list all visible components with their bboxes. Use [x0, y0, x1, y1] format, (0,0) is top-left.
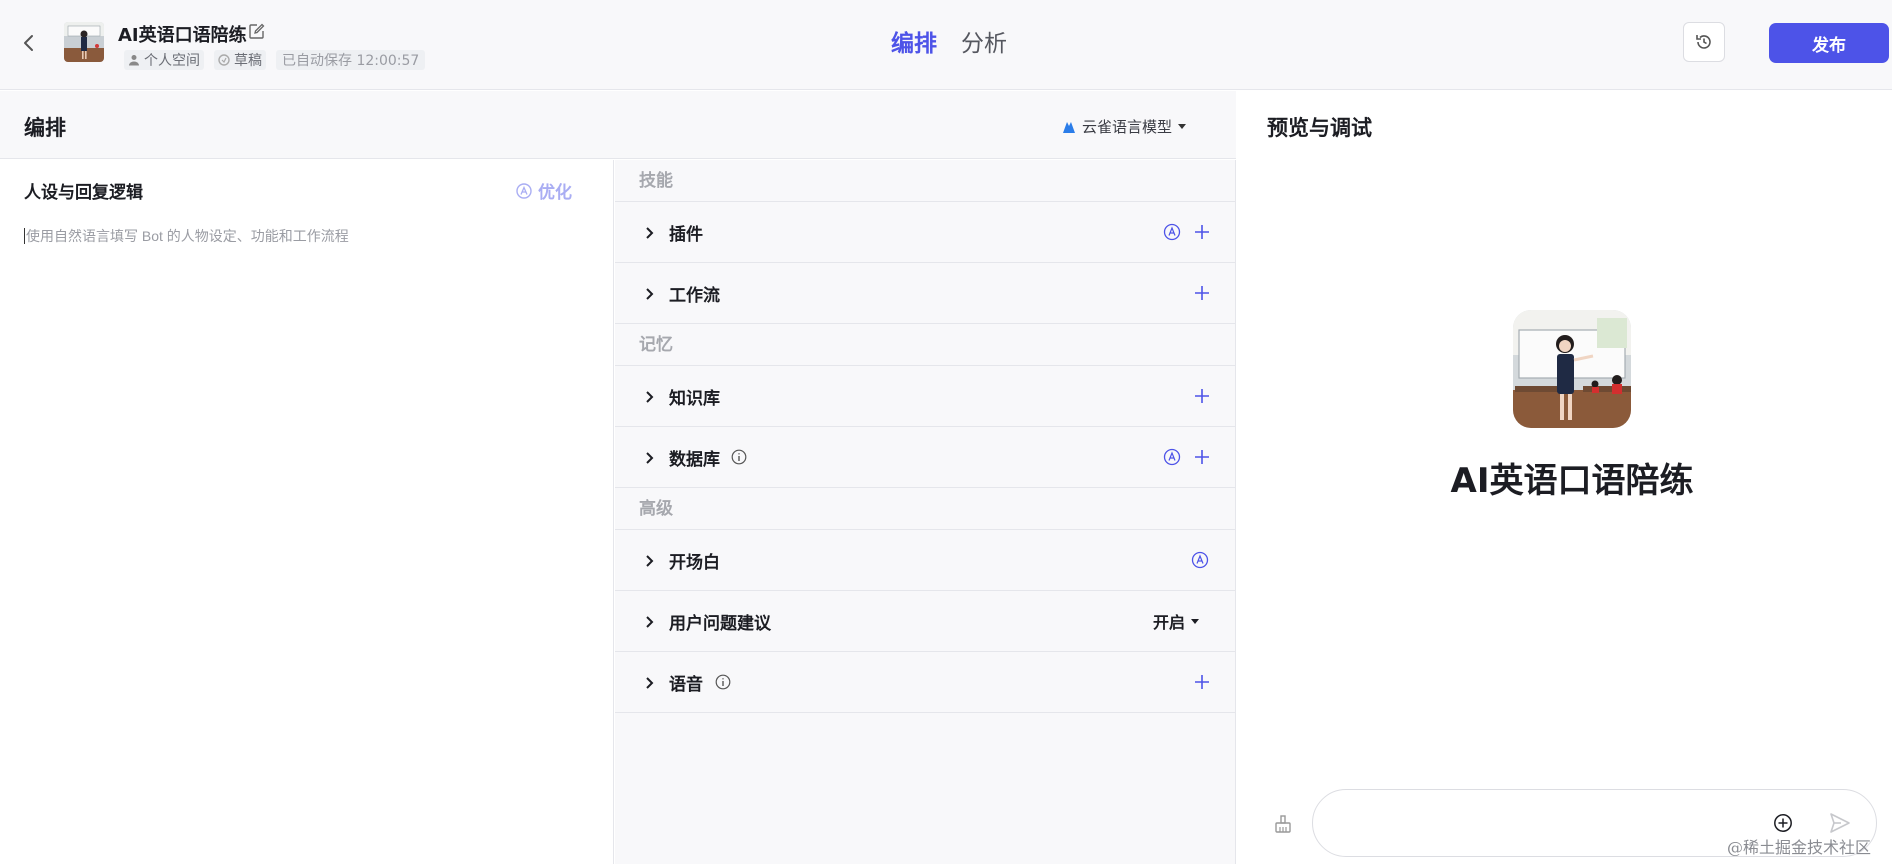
draft-icon	[218, 54, 230, 66]
chevron-left-icon	[24, 35, 33, 51]
send-button[interactable]	[1828, 811, 1852, 835]
bot-title: AI英语口语陪练	[118, 25, 247, 46]
edit-icon	[249, 23, 265, 39]
chevron-right-icon	[646, 288, 654, 300]
space-label: 个人空间	[144, 53, 200, 69]
auto-icon[interactable]	[1163, 448, 1181, 466]
preview-bot-name: AI英语口语陪练	[1450, 461, 1694, 501]
skill-label: 数据库	[669, 449, 720, 470]
chevron-right-icon	[646, 555, 654, 567]
edit-title-button[interactable]	[248, 23, 265, 40]
skills-panel: 技能 插件 工作流 记忆 知识库 数据库 高级 开场白 用户问题建议 开启 语音	[615, 160, 1236, 864]
info-icon[interactable]	[731, 449, 747, 465]
preview-avatar	[1513, 310, 1631, 428]
skill-row-suggestions[interactable]: 用户问题建议 开启	[615, 591, 1235, 652]
optimize-button[interactable]: 优化	[516, 178, 572, 203]
skill-row-database[interactable]: 数据库	[615, 427, 1235, 488]
skill-row-workflow[interactable]: 工作流	[615, 263, 1235, 324]
chevron-right-icon	[646, 391, 654, 403]
skill-label: 语音	[669, 674, 703, 695]
auto-icon[interactable]	[1163, 223, 1181, 241]
chevron-right-icon	[646, 452, 654, 464]
skill-label: 用户问题建议	[669, 613, 771, 634]
bot-meta: 个人空间 草稿 已自动保存 12:00:57	[124, 50, 435, 70]
chevron-down-icon	[1191, 618, 1200, 624]
chat-input[interactable]	[1335, 812, 1755, 829]
person-icon	[129, 55, 139, 66]
orchestration-title: 编排	[24, 116, 66, 140]
plus-icon[interactable]	[1193, 673, 1211, 691]
prompt-input[interactable]	[24, 228, 584, 244]
tab-analysis[interactable]: 分析	[961, 24, 1007, 58]
skill-label: 工作流	[669, 285, 720, 306]
chevron-down-icon	[1178, 124, 1187, 129]
orchestration-header: 编排 云雀语言模型	[0, 91, 1236, 159]
chevron-right-icon	[646, 616, 654, 628]
model-name: 云雀语言模型	[1082, 118, 1173, 136]
send-icon	[1830, 813, 1850, 833]
tab-orchestrate[interactable]: 编排	[891, 24, 937, 58]
back-button[interactable]	[18, 30, 40, 56]
skill-label: 开场白	[669, 552, 720, 573]
plus-circle-icon	[1774, 814, 1792, 832]
prompt-panel: 人设与回复逻辑 优化	[0, 160, 614, 864]
optimize-label: 优化	[538, 183, 572, 203]
attach-button[interactable]	[1773, 813, 1793, 833]
skill-label: 插件	[669, 224, 703, 245]
preview-panel: 预览与调试 AI英语口语陪练	[1237, 91, 1892, 864]
auto-icon	[516, 182, 532, 199]
plus-icon[interactable]	[1193, 223, 1211, 241]
skill-row-voice[interactable]: 语音	[615, 652, 1235, 713]
history-button[interactable]	[1683, 22, 1725, 62]
bot-avatar[interactable]	[64, 22, 104, 62]
plus-icon[interactable]	[1193, 448, 1211, 466]
preview-title: 预览与调试	[1267, 116, 1372, 140]
publish-button[interactable]: 发布	[1769, 23, 1889, 63]
watermark: @稀土掘金技术社区	[1727, 838, 1872, 857]
clear-history-button[interactable]	[1273, 814, 1293, 834]
auto-icon[interactable]	[1191, 551, 1209, 569]
space-tag: 个人空间	[124, 50, 204, 70]
model-logo-icon	[1063, 121, 1075, 133]
chevron-right-icon	[646, 677, 654, 689]
info-icon[interactable]	[715, 674, 731, 690]
prompt-title: 人设与回复逻辑	[24, 183, 143, 203]
suggestion-toggle[interactable]: 开启	[1153, 609, 1200, 633]
skill-label: 知识库	[669, 388, 720, 409]
skill-row-opening[interactable]: 开场白	[615, 530, 1235, 591]
group-label-advanced: 高级	[615, 488, 1235, 530]
model-selector[interactable]: 云雀语言模型	[1062, 116, 1187, 137]
skill-row-plugins[interactable]: 插件	[615, 202, 1235, 263]
group-label-memory: 记忆	[615, 324, 1235, 366]
skill-row-knowledge[interactable]: 知识库	[615, 366, 1235, 427]
status-tag: 草稿	[214, 50, 266, 70]
status-label: 草稿	[234, 53, 262, 69]
history-icon	[1696, 35, 1711, 49]
chevron-right-icon	[646, 227, 654, 239]
group-label-skills: 技能	[615, 160, 1235, 202]
plus-icon[interactable]	[1193, 387, 1211, 405]
autosave-tag: 已自动保存 12:00:57	[276, 50, 426, 70]
suggestion-toggle-value: 开启	[1153, 613, 1186, 632]
top-bar: AI英语口语陪练 个人空间 草稿 已自动保存 12:00:57 编排 分析 发布	[0, 0, 1892, 90]
plus-icon[interactable]	[1193, 284, 1211, 302]
broom-icon	[1275, 815, 1291, 833]
top-tabs: 编排 分析	[891, 24, 1031, 58]
